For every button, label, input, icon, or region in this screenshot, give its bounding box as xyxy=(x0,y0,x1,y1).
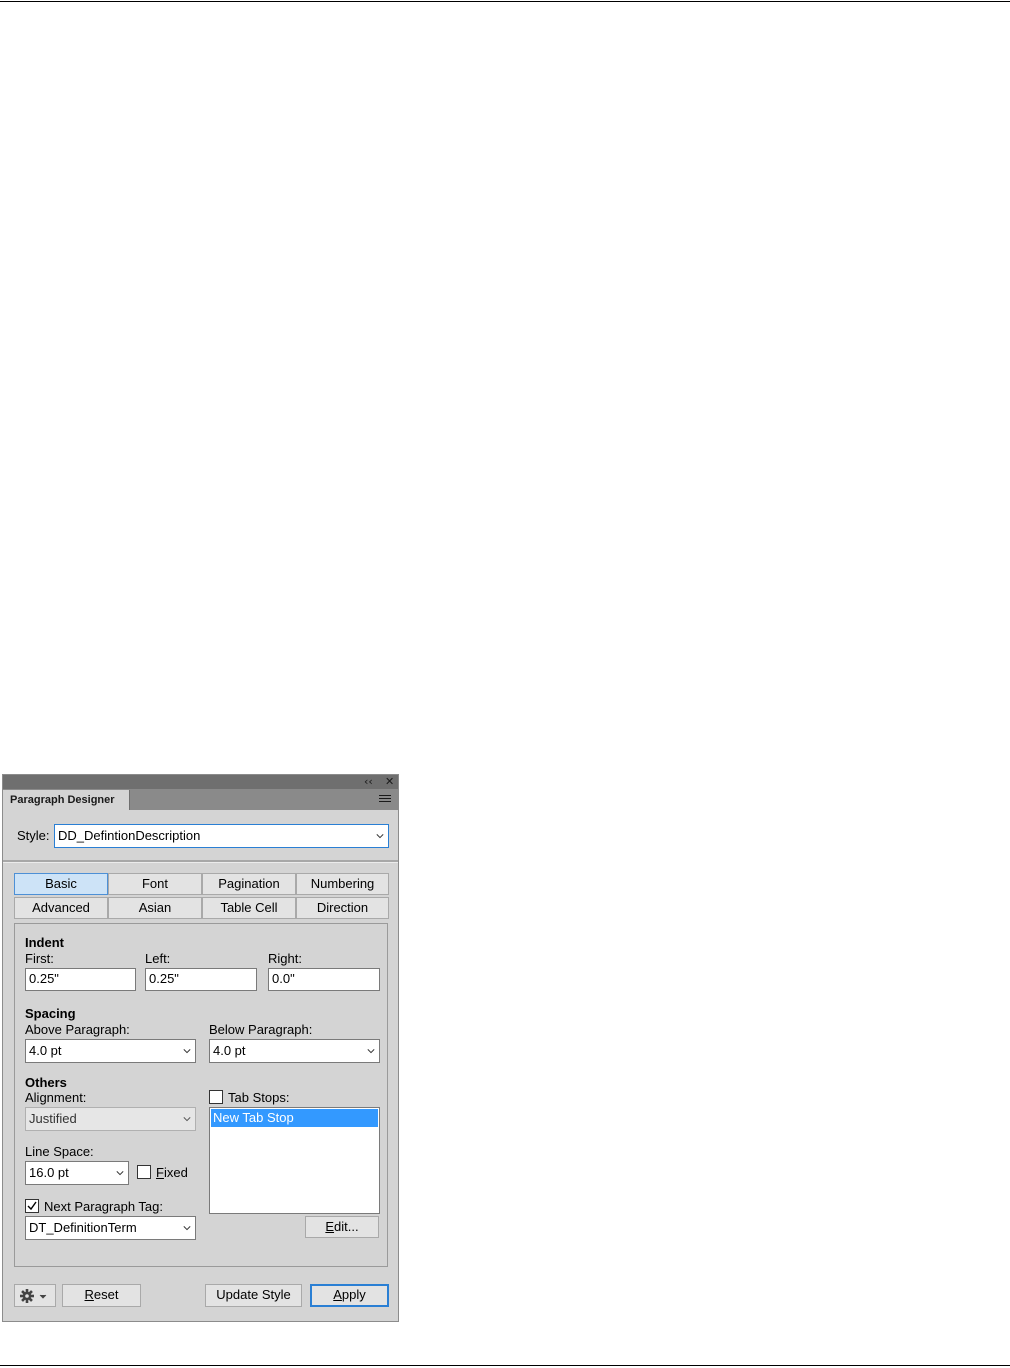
panel-tab-paragraph-designer[interactable]: Paragraph Designer xyxy=(3,790,130,810)
panel-tab-strip: Paragraph Designer xyxy=(3,789,398,810)
right-indent-input[interactable]: 0.0" xyxy=(268,968,380,991)
tab-advanced[interactable]: Advanced xyxy=(14,897,108,919)
above-paragraph-dropdown[interactable]: 4.0 pt xyxy=(25,1039,196,1063)
apply-button[interactable]: Apply xyxy=(310,1284,389,1307)
gear-icon xyxy=(20,1289,47,1303)
collapse-icon[interactable]: ‹‹ xyxy=(364,775,373,789)
style-row: Style: DD_DefintionDescription xyxy=(3,810,398,860)
update-style-button[interactable]: Update Style xyxy=(205,1284,302,1307)
right-indent-label: Right: xyxy=(268,951,302,966)
others-header: Others xyxy=(25,1075,67,1090)
next-paragraph-tag-checkbox[interactable] xyxy=(25,1199,39,1213)
edit-button[interactable]: Edit... xyxy=(305,1216,379,1238)
spacing-header: Spacing xyxy=(25,1006,76,1021)
tab-font[interactable]: Font xyxy=(108,873,202,895)
fixed-label: Fixed xyxy=(156,1165,188,1180)
hamburger-menu-icon[interactable] xyxy=(379,795,391,804)
next-paragraph-tag-value: DT_DefinitionTerm xyxy=(29,1220,137,1235)
panel-title-bar: ‹‹ ✕ xyxy=(3,775,398,789)
left-indent-label: Left: xyxy=(145,951,171,966)
below-paragraph-value: 4.0 pt xyxy=(213,1043,246,1058)
above-paragraph-value: 4.0 pt xyxy=(29,1043,62,1058)
chevron-down-icon xyxy=(116,1171,124,1176)
tab-stop-item-new[interactable]: New Tab Stop xyxy=(211,1109,378,1127)
chevron-down-icon xyxy=(367,1049,375,1054)
style-label: Style: xyxy=(17,828,50,843)
page-top-rule xyxy=(0,1,1010,2)
page-bottom-rule xyxy=(0,1365,1010,1366)
alignment-dropdown[interactable]: Justified xyxy=(25,1107,196,1131)
tab-pagination[interactable]: Pagination xyxy=(202,873,296,895)
first-indent-label: First: xyxy=(25,951,54,966)
next-paragraph-tag-label: Next Paragraph Tag: xyxy=(44,1199,163,1214)
reset-button[interactable]: Reset xyxy=(62,1284,141,1307)
line-space-value: 16.0 pt xyxy=(29,1165,69,1180)
style-dropdown[interactable]: DD_DefintionDescription xyxy=(54,824,389,848)
next-paragraph-tag-dropdown[interactable]: DT_DefinitionTerm xyxy=(25,1216,196,1240)
tab-stops-list[interactable]: New Tab Stop xyxy=(209,1107,380,1214)
tab-numbering[interactable]: Numbering xyxy=(296,873,389,895)
tab-stops-checkbox[interactable] xyxy=(209,1090,223,1104)
paragraph-designer-panel: ‹‹ ✕ Paragraph Designer Style: DD_Defint… xyxy=(2,774,399,1322)
tab-basic[interactable]: Basic xyxy=(14,873,108,895)
first-indent-input[interactable]: 0.25" xyxy=(25,968,136,991)
chevron-down-icon xyxy=(183,1049,191,1054)
above-paragraph-label: Above Paragraph: xyxy=(25,1022,130,1037)
tab-asian[interactable]: Asian xyxy=(108,897,202,919)
chevron-down-icon xyxy=(183,1117,191,1122)
chevron-down-icon xyxy=(183,1226,191,1231)
alignment-label: Alignment: xyxy=(25,1090,87,1105)
style-value: DD_DefintionDescription xyxy=(58,828,201,843)
left-indent-input[interactable]: 0.25" xyxy=(145,968,257,991)
gear-menu-button[interactable] xyxy=(14,1284,56,1307)
fixed-checkbox[interactable] xyxy=(137,1165,151,1179)
line-space-dropdown[interactable]: 16.0 pt xyxy=(25,1161,129,1185)
indent-header: Indent xyxy=(25,935,64,950)
style-separator xyxy=(3,860,398,863)
basic-properties-group: Indent First: Left: Right: 0.25" 0.25" 0… xyxy=(14,923,388,1267)
tab-table-cell[interactable]: Table Cell xyxy=(202,897,296,919)
close-icon[interactable]: ✕ xyxy=(385,775,394,789)
line-space-label: Line Space: xyxy=(25,1144,94,1159)
tab-stops-label: Tab Stops: xyxy=(228,1090,290,1105)
chevron-down-icon xyxy=(376,834,384,839)
below-paragraph-dropdown[interactable]: 4.0 pt xyxy=(209,1039,380,1063)
below-paragraph-label: Below Paragraph: xyxy=(209,1022,313,1037)
tab-direction[interactable]: Direction xyxy=(296,897,389,919)
checkmark-icon xyxy=(27,1201,37,1211)
alignment-value: Justified xyxy=(29,1111,77,1126)
